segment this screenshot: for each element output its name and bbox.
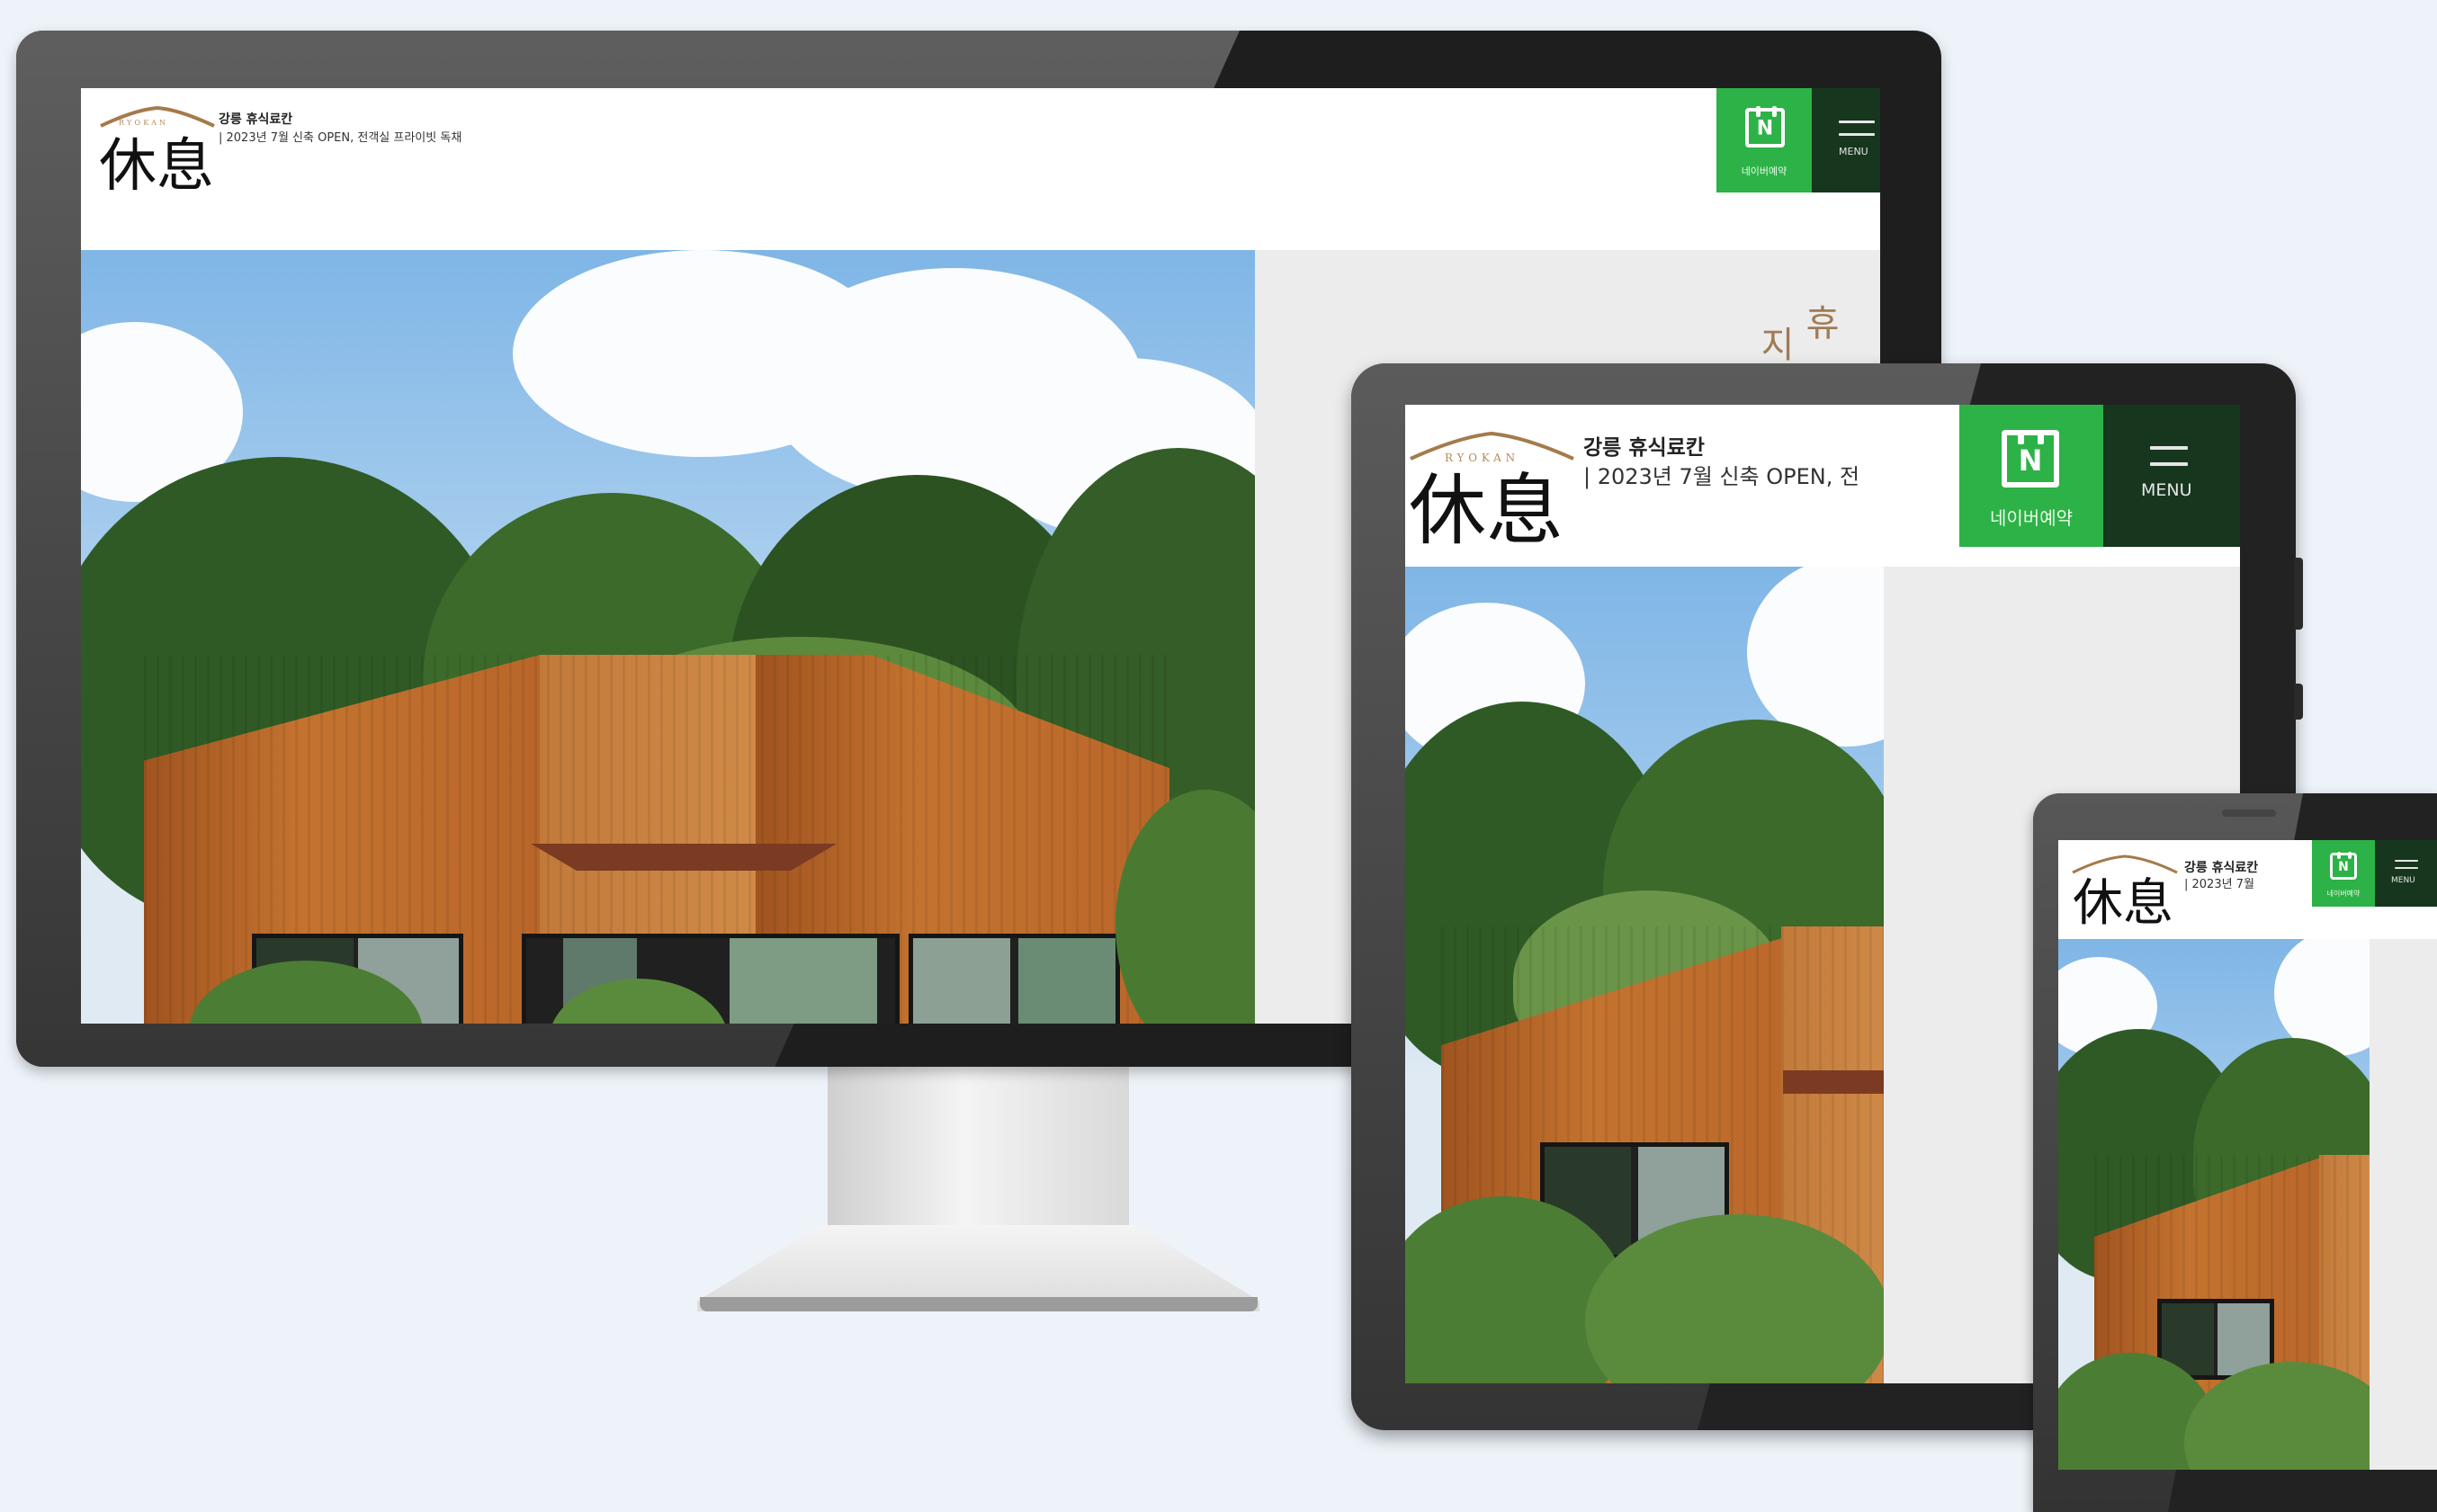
menu-button[interactable]: MENU bbox=[2103, 405, 2240, 547]
hero-image bbox=[2058, 939, 2370, 1470]
phone-speaker bbox=[2222, 810, 2276, 817]
hero-vertical-text-2: 지 bbox=[1753, 326, 1795, 362]
logo-kanji: 休息 bbox=[99, 133, 214, 200]
site-title: 강릉 휴식료칸 bbox=[219, 112, 293, 127]
naver-booking-label: 네이버예약 bbox=[2326, 890, 2361, 898]
calendar-n-icon: N bbox=[2330, 852, 2357, 880]
site-logo[interactable]: RYOKAN 休息 bbox=[1405, 421, 1576, 556]
naver-booking-label: 네이버예약 bbox=[1741, 166, 1787, 177]
menu-button[interactable]: MENU bbox=[1812, 88, 1880, 192]
hero-image bbox=[81, 250, 1255, 1024]
site-header: RYOKAN 休息 강릉 휴식료칸 | 2023년 7월 신축 OPEN, 전객… bbox=[81, 88, 1880, 250]
naver-booking-button[interactable]: N 네이버예약 bbox=[1716, 88, 1812, 192]
logo-kanji: 休息 bbox=[1409, 466, 1563, 556]
phone-screen: 休息 강릉 휴식료칸 | 2023년 7월 N 네이버예약 MENU bbox=[2058, 840, 2437, 1470]
calendar-n-icon: N bbox=[1745, 106, 1785, 148]
naver-booking-label: 네이버예약 bbox=[1990, 507, 2073, 529]
calendar-n-icon: N bbox=[2002, 430, 2059, 488]
logo-kanji: 休息 bbox=[2073, 874, 2173, 933]
site-logo[interactable]: 休息 bbox=[2071, 853, 2179, 934]
hero-vertical-text-1: 휴 bbox=[1798, 304, 1840, 340]
menu-label: MENU bbox=[1839, 146, 1868, 157]
hero-image bbox=[1405, 567, 1884, 1383]
naver-booking-button[interactable]: N 네이버예약 bbox=[1959, 405, 2103, 547]
responsive-device-mockup: RYOKAN 休息 강릉 휴식료칸 | 2023년 7월 신축 OPEN, 전객… bbox=[0, 0, 2437, 1512]
roof-logo-icon bbox=[2072, 854, 2178, 874]
menu-label: MENU bbox=[2141, 480, 2192, 500]
hamburger-menu-icon bbox=[2395, 860, 2418, 862]
hero-side-panel bbox=[2370, 939, 2437, 1470]
site-header: RYOKAN 休息 강릉 휴식료칸 | 2023년 7월 신축 OPEN, 전 … bbox=[1405, 405, 2240, 567]
monitor-stand-edge bbox=[700, 1297, 1258, 1311]
menu-button[interactable]: MENU bbox=[2375, 840, 2437, 907]
site-header: 休息 강릉 휴식료칸 | 2023년 7월 N 네이버예약 MENU bbox=[2058, 840, 2437, 939]
site-logo[interactable]: RYOKAN 休息 bbox=[99, 103, 216, 210]
logo-ryokan-text: RYOKAN bbox=[119, 119, 169, 127]
site-tagline: | 2023년 7월 신축 OPEN, 전 bbox=[1583, 464, 1860, 489]
menu-label: MENU bbox=[2391, 876, 2415, 885]
site-tagline: | 2023년 7월 신축 OPEN, 전객실 프라이빗 독채 bbox=[219, 131, 462, 145]
hamburger-menu-icon bbox=[1839, 121, 1875, 123]
site-title: 강릉 휴식료칸 bbox=[1583, 436, 1705, 460]
logo-ryokan-text: RYOKAN bbox=[1445, 452, 1519, 464]
hamburger-menu-icon bbox=[2150, 446, 2188, 450]
site-title: 강릉 휴식료칸 bbox=[2184, 861, 2259, 875]
naver-booking-button[interactable]: N 네이버예약 bbox=[2312, 840, 2375, 907]
monitor-stand-neck bbox=[828, 1067, 1129, 1230]
site-tagline: | 2023년 7월 bbox=[2184, 878, 2254, 891]
